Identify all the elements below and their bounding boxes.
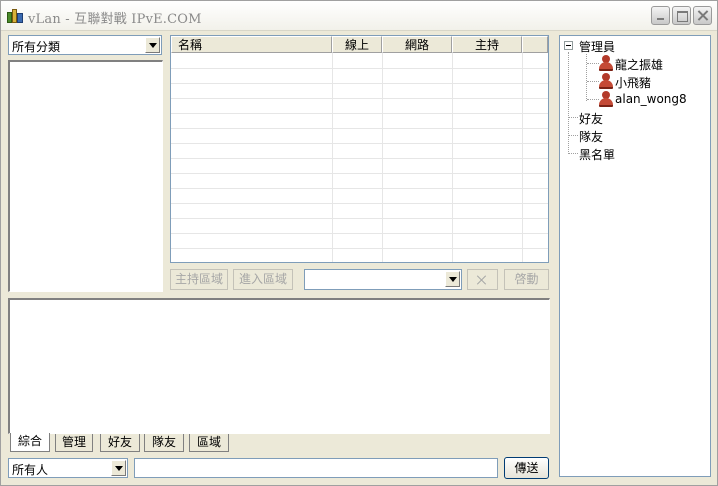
grid-line <box>171 98 548 99</box>
chevron-down-icon[interactable] <box>145 37 160 53</box>
tree-line <box>569 153 578 154</box>
user-icon <box>599 55 613 71</box>
grid-line <box>171 203 548 204</box>
window-title: vLan - 互聯對戰 IPvE.COM <box>28 12 202 27</box>
grid-line <box>171 233 548 234</box>
grid-line <box>171 143 548 144</box>
send-button[interactable]: 傳送 <box>504 457 549 479</box>
grid-line <box>452 53 453 262</box>
grid-line <box>171 113 548 114</box>
cancel-x-button[interactable] <box>467 269 498 290</box>
grid-line <box>171 83 548 84</box>
tree-line <box>587 63 599 64</box>
column-header-online[interactable]: 線上 <box>332 36 382 53</box>
host-area-button[interactable]: 主持區域 <box>170 269 228 290</box>
grid-line <box>171 218 548 219</box>
minimize-button[interactable] <box>651 6 670 25</box>
area-select[interactable] <box>304 269 462 290</box>
title-bar[interactable]: vLan - 互聯對戰 IPvE.COM <box>1 1 717 31</box>
column-header-network[interactable]: 網路 <box>382 36 452 53</box>
grid-line <box>522 53 523 262</box>
maximize-button[interactable] <box>672 6 691 25</box>
message-input[interactable] <box>134 458 498 478</box>
tab-general[interactable]: 綜合 <box>10 433 50 452</box>
grid-line <box>171 68 548 69</box>
tree-group-teammates[interactable]: 隊友 <box>579 128 603 145</box>
room-list-header: 名稱 線上 網路 主持 <box>171 36 548 53</box>
recipient-select[interactable]: 所有人 <box>8 458 128 478</box>
tree-line <box>587 81 599 82</box>
grid-line <box>171 188 548 189</box>
main-window: vLan - 互聯對戰 IPvE.COM 所有分類 名稱 線上 網路 主持 主持… <box>0 0 718 486</box>
tree-group-blacklist[interactable]: 黑名單 <box>579 146 615 163</box>
grid-line <box>171 248 548 249</box>
tree-line <box>569 117 578 118</box>
grid-line <box>171 128 548 129</box>
grid-line <box>171 173 548 174</box>
enter-area-button[interactable]: 進入區域 <box>233 269 293 290</box>
chat-log[interactable] <box>8 298 550 434</box>
chevron-down-icon[interactable] <box>445 271 460 287</box>
tree-user-item[interactable]: 龍之振雄 <box>615 56 663 73</box>
recipient-select-value: 所有人 <box>12 463 49 477</box>
user-icon <box>599 91 613 107</box>
column-header-name[interactable]: 名稱 <box>171 36 332 53</box>
user-icon <box>599 73 613 89</box>
tree-line <box>587 99 599 100</box>
tree-line <box>586 54 587 101</box>
start-button[interactable]: 啓動 <box>504 269 549 290</box>
category-select[interactable]: 所有分類 <box>8 35 162 55</box>
grid-line <box>171 158 548 159</box>
close-window-button[interactable] <box>693 6 712 25</box>
contact-tree[interactable]: 管理員 龍之振雄 小飛豬 alan_wong8 好友 隊友 黑名單 <box>559 35 711 477</box>
tab-admin[interactable]: 管理 <box>55 434 93 452</box>
tree-group-admins[interactable]: 管理員 <box>579 38 615 55</box>
tree-line <box>569 135 578 136</box>
column-header-filler <box>522 36 548 53</box>
tree-group-friends[interactable]: 好友 <box>579 110 603 127</box>
tab-friends[interactable]: 好友 <box>100 434 140 452</box>
chevron-down-icon[interactable] <box>111 460 126 476</box>
tree-collapse-toggle[interactable] <box>564 41 573 50</box>
room-list[interactable]: 名稱 線上 網路 主持 <box>170 35 549 263</box>
grid-line <box>332 53 333 262</box>
tree-user-item[interactable]: alan_wong8 <box>615 92 687 106</box>
grid-line <box>382 53 383 262</box>
column-header-host[interactable]: 主持 <box>452 36 522 53</box>
tab-teammates[interactable]: 隊友 <box>144 434 184 452</box>
tree-line <box>568 52 569 154</box>
category-select-value: 所有分類 <box>12 40 61 54</box>
app-books-icon <box>7 9 23 23</box>
category-list[interactable] <box>8 60 163 292</box>
tab-area[interactable]: 區域 <box>189 434 229 452</box>
tree-user-item[interactable]: 小飛豬 <box>615 74 651 91</box>
